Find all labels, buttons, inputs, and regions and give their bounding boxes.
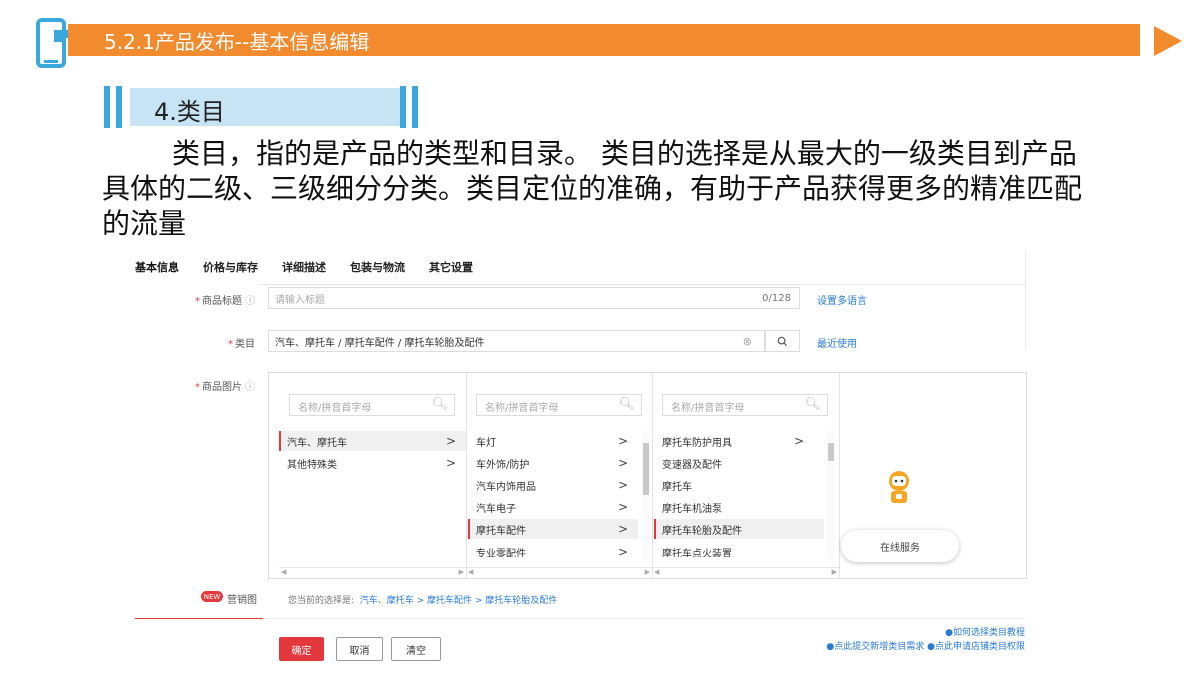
category-item[interactable]: 其他特殊类 > bbox=[279, 453, 466, 473]
recent-used-link[interactable]: 最近使用 bbox=[817, 335, 857, 350]
category-item[interactable]: 摩托车配件 > bbox=[468, 519, 638, 539]
category-column-1: 名称/拼音首字母 🔍︎ 汽车、摩托车 > 其他特殊类 > ◀ ▶ bbox=[269, 373, 467, 578]
online-service-button[interactable]: 在线服务 bbox=[841, 530, 959, 562]
header-bar: 5.2.1产品发布--基本信息编辑 bbox=[68, 24, 1140, 56]
category-search-input-1[interactable]: 名称/拼音首字母 🔍︎ bbox=[289, 394, 455, 416]
confirm-button[interactable]: 确定 bbox=[279, 637, 324, 661]
category-item[interactable]: 摩托车轮胎及配件 bbox=[654, 519, 824, 539]
new-badge: NEW bbox=[201, 591, 223, 602]
section-title: 4.类目 bbox=[154, 98, 225, 126]
horizontal-scrollbar[interactable]: ◀ ▶ bbox=[279, 567, 466, 578]
current-selection: 您当前的选择是: 汽车、摩托车 > 摩托车配件 > 摩托车轮胎及配件 bbox=[288, 596, 558, 606]
title-char-count: 0/128 bbox=[762, 292, 791, 304]
help-icon: ⓘ bbox=[245, 296, 255, 307]
tab-price-stock[interactable]: 价格与库存 bbox=[203, 259, 258, 275]
section-heading: 4.类目 bbox=[104, 86, 424, 128]
title-input[interactable]: 请输入标题 0/128 bbox=[268, 287, 800, 309]
category-search-button[interactable] bbox=[765, 330, 800, 352]
category-item[interactable]: 专业零配件 > bbox=[468, 545, 638, 557]
clear-button[interactable]: 清空 bbox=[391, 637, 441, 661]
category-item[interactable]: 摩托车 bbox=[654, 475, 814, 495]
category-column-3: 名称/拼音首字母 🔍︎ 摩托车防护用具 > 变速器及配件 摩托车 摩托车机油泵 摩托… bbox=[652, 373, 840, 578]
horizontal-scrollbar[interactable]: ◀ ▶ bbox=[652, 567, 839, 578]
description-paragraph: 类目，指的是产品的类型和目录。 类目的选择是从最大的一级类目到产品具体的二级、三… bbox=[102, 137, 1083, 240]
category-item[interactable]: 摩托车机油泵 bbox=[654, 497, 814, 517]
search-icon: 🔍︎ bbox=[804, 397, 821, 412]
horizontal-scrollbar[interactable]: ◀ ▶ bbox=[466, 567, 652, 578]
vertical-scrollbar[interactable] bbox=[642, 431, 650, 559]
robot-assistant-icon bbox=[889, 471, 909, 503]
current-selection-path: 汽车、摩托车 > 摩托车配件 > 摩托车轮胎及配件 bbox=[359, 596, 558, 606]
category-item[interactable]: 车灯 > bbox=[468, 431, 638, 451]
category-column-2: 名称/拼音首字母 🔍︎ 车灯 > 车外饰/防护 > 汽车内饰用品 > 汽车电子 > 摩托车… bbox=[466, 373, 653, 578]
category-item[interactable]: 汽车、摩托车 > bbox=[279, 431, 466, 451]
category-request-links[interactable]: ●点此提交新增类目需求 ●点此申请店铺类目权限 bbox=[826, 639, 1025, 652]
category-item[interactable]: 汽车内饰用品 > bbox=[468, 475, 638, 495]
header-title: 5.2.1产品发布--基本信息编辑 bbox=[104, 29, 370, 54]
image-label: * 商品图片 ⓘ bbox=[195, 382, 255, 393]
category-search-input-3[interactable]: 名称/拼音首字母 🔍︎ bbox=[662, 394, 828, 416]
category-search-input-2[interactable]: 名称/拼音首字母 🔍︎ bbox=[476, 394, 642, 416]
tab-basic-info[interactable]: 基本信息 bbox=[135, 259, 179, 275]
category-item[interactable]: 摩托车点火装置 bbox=[654, 545, 814, 557]
search-icon: 🔍︎ bbox=[431, 397, 448, 412]
category-item[interactable]: 汽车电子 > bbox=[468, 497, 638, 517]
play-arrow-icon bbox=[1154, 26, 1182, 56]
product-form-panel: 基本信息 价格与库存 详细描述 包装与物流 其它设置 * 商品标题 ⓘ 请输入标题 … bbox=[125, 250, 1030, 670]
search-icon: 🔍︎ bbox=[618, 397, 635, 412]
category-item[interactable]: 变速器及配件 bbox=[654, 453, 814, 473]
category-label: * 类目 bbox=[228, 339, 255, 350]
tab-bar: 基本信息 价格与库存 详细描述 包装与物流 其它设置 bbox=[125, 250, 1030, 284]
search-icon bbox=[777, 336, 788, 346]
title-label: * 商品标题 ⓘ bbox=[195, 296, 255, 307]
marketing-label: 营销图 bbox=[227, 595, 257, 606]
cancel-button[interactable]: 取消 bbox=[336, 637, 383, 661]
category-item[interactable]: 车外饰/防护 > bbox=[468, 453, 638, 473]
tutorial-link[interactable]: ●如何选择类目教程 bbox=[945, 625, 1025, 638]
vertical-scrollbar[interactable] bbox=[827, 431, 835, 559]
category-input[interactable]: 汽车、摩托车 / 摩托车配件 / 摩托车轮胎及配件 ⊗ bbox=[268, 330, 765, 352]
clear-icon[interactable]: ⊗ bbox=[743, 335, 752, 348]
category-item[interactable]: 摩托车防护用具 > bbox=[654, 431, 814, 451]
help-icon: ⓘ bbox=[245, 382, 255, 393]
multilang-link[interactable]: 设置多语言 bbox=[817, 292, 867, 307]
tab-other-settings[interactable]: 其它设置 bbox=[429, 259, 473, 275]
tab-packaging[interactable]: 包装与物流 bbox=[350, 259, 405, 275]
tab-description[interactable]: 详细描述 bbox=[282, 259, 326, 275]
